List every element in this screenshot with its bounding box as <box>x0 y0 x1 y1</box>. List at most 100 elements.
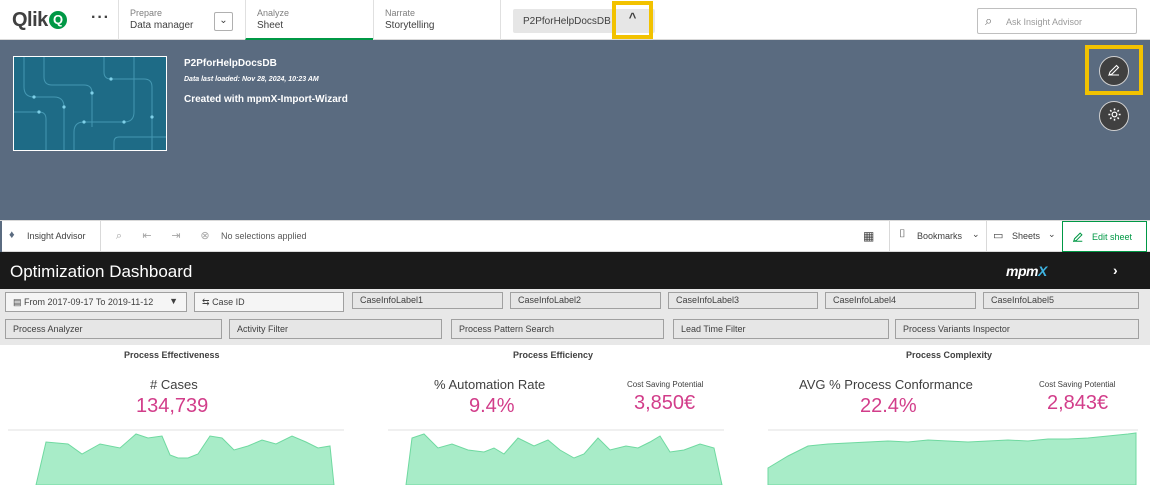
cost-saving-potential-value: 3,850€ <box>634 392 696 414</box>
data-last-loaded: Data last loaded: Nov 28, 2024, 10:23 AM <box>184 76 319 83</box>
app-thumbnail[interactable] <box>13 56 167 151</box>
pencil-icon <box>1072 232 1083 243</box>
pencil-icon <box>1108 64 1120 76</box>
mpmx-logo: mpmX <box>1006 263 1047 279</box>
nav-prepare-caption: Prepare <box>130 8 163 18</box>
more-dots-icon[interactable]: ··· <box>91 9 110 27</box>
case-info-label-1-filter[interactable]: CaseInfoLabel1 <box>352 292 503 309</box>
dropdown-triangle-icon: ▼ <box>169 296 178 306</box>
step-back-icon[interactable]: ⇤ <box>140 229 154 243</box>
clear-selections-icon[interactable]: ⊗ <box>198 229 212 243</box>
button-label: Process Variants Inspector <box>903 324 1010 334</box>
sheets-label: Sheets <box>1012 231 1041 241</box>
nav-prepare[interactable]: Prepare Data manager ⌄ <box>118 0 245 40</box>
search-icon: ⌕ <box>985 13 993 28</box>
cost-saving-potential-label: Cost Saving Potential <box>627 380 704 389</box>
activity-filter-button[interactable]: Activity Filter <box>229 319 442 339</box>
process-analyzer-button[interactable]: Process Analyzer <box>5 319 222 339</box>
automation-rate-label: % Automation Rate <box>434 377 546 392</box>
bookmark-icon: ⌷ <box>899 228 906 240</box>
insight-advisor-button[interactable]: ♦ Insight Advisor <box>0 221 101 252</box>
sheets-button[interactable]: ▭ Sheets ⌄ <box>986 221 1062 252</box>
process-conformance-value: 22.4% <box>860 395 917 417</box>
app-name-label: P2PforHelpDocsDB <box>523 16 611 27</box>
chevron-down-icon: ⌄ <box>972 229 980 239</box>
process-effectiveness-title: Process Effectiveness <box>124 350 220 360</box>
nav-prepare-label: Data manager <box>130 20 194 31</box>
app-settings-button[interactable] <box>1099 101 1129 131</box>
case-id-label: Case ID <box>212 297 245 307</box>
app-title: P2PforHelpDocsDB <box>184 58 277 69</box>
lightbulb-icon: ♦ <box>9 229 15 241</box>
dashboard-title: Optimization Dashboard <box>10 262 193 281</box>
nav-narrate-caption: Narrate <box>385 8 416 18</box>
selections-toolbar: ♦ Insight Advisor ⌕ ⇤ ⇥ ⊗ No selections … <box>0 220 1150 252</box>
edit-app-button[interactable] <box>1099 56 1129 86</box>
case-id-filter[interactable]: ⇆ Case ID <box>194 292 344 312</box>
cases-kpi-value: 134,739 <box>136 395 209 417</box>
smart-search-icon[interactable]: ⌕ <box>112 229 126 243</box>
nav-narrate[interactable]: Narrate Storytelling <box>373 0 501 40</box>
nav-analyze-label: Sheet <box>257 20 284 31</box>
nav-narrate-label: Storytelling <box>385 20 435 31</box>
ask-insight-advisor-search[interactable]: ⌕ <box>977 8 1137 34</box>
app-overview-panel: P2PforHelpDocsDB Data last loaded: Nov 2… <box>0 40 1150 220</box>
filter-label: CaseInfoLabel3 <box>676 295 740 305</box>
process-efficiency-title: Process Efficiency <box>513 350 594 360</box>
filter-label: CaseInfoLabel5 <box>991 295 1055 305</box>
process-pattern-search-button[interactable]: Process Pattern Search <box>451 319 664 339</box>
date-range-filter[interactable]: ▤ From 2017-09-17 To 2019-11-12 ▼ <box>5 292 187 312</box>
sheet-icon: ▭ <box>993 230 1004 242</box>
insight-advisor-label: Insight Advisor <box>27 231 86 241</box>
chevron-down-icon: ⌄ <box>1048 229 1056 239</box>
next-sheet-chevron-icon[interactable]: › <box>1113 262 1118 278</box>
filter-panel: ▤ From 2017-09-17 To 2019-11-12 ▼ ⇆ Case… <box>0 289 1150 345</box>
process-conformance-label: AVG % Process Conformance <box>799 377 973 392</box>
logo-text: Qlik <box>12 9 48 31</box>
list-filter-icon: ⇆ <box>202 297 210 307</box>
gear-icon <box>1107 108 1121 121</box>
lead-time-filter-button[interactable]: Lead Time Filter <box>673 319 889 339</box>
cost-saving-potential-value: 2,843€ <box>1047 392 1109 414</box>
date-range-label: From 2017-09-17 To 2019-11-12 <box>24 297 154 307</box>
top-navigation-bar: Qlik Q ··· Prepare Data manager ⌄ Analyze… <box>0 0 1150 40</box>
case-info-label-2-filter[interactable]: CaseInfoLabel2 <box>510 292 661 309</box>
filter-label: CaseInfoLabel4 <box>833 295 897 305</box>
process-complexity-title: Process Complexity <box>906 350 993 360</box>
filter-label: CaseInfoLabel1 <box>360 295 424 305</box>
case-info-label-3-filter[interactable]: CaseInfoLabel3 <box>668 292 818 309</box>
app-overview-toggle-button[interactable]: ^ <box>612 1 653 39</box>
no-selections-text: No selections applied <box>221 231 307 241</box>
app-description: Created with mpmX-Import-Wizard <box>184 94 348 105</box>
kpi-area: Process Effectiveness # Cases 134,739 Pr… <box>0 345 1150 485</box>
step-forward-icon[interactable]: ⇥ <box>169 229 183 243</box>
case-info-label-4-filter[interactable]: CaseInfoLabel4 <box>825 292 976 309</box>
case-info-label-5-filter[interactable]: CaseInfoLabel5 <box>983 292 1139 309</box>
mpmx-logo-x: X <box>1037 263 1047 279</box>
automation-rate-sparkline <box>388 429 724 485</box>
circuit-thumbnail-image <box>14 57 166 150</box>
bookmarks-button[interactable]: ⌷ Bookmarks ⌄ <box>889 221 986 252</box>
button-label: Process Analyzer <box>13 324 83 334</box>
grid-view-icon[interactable]: ▦ <box>863 229 874 243</box>
nav-analyze[interactable]: Analyze Sheet <box>245 0 373 40</box>
process-variants-inspector-button[interactable]: Process Variants Inspector <box>895 319 1139 339</box>
calendar-icon: ▤ <box>13 297 22 307</box>
button-label: Activity Filter <box>237 324 289 334</box>
cost-saving-potential-label: Cost Saving Potential <box>1039 380 1116 389</box>
cases-kpi-label: # Cases <box>150 377 198 392</box>
qlik-q-icon: Q <box>48 11 67 29</box>
button-label: Lead Time Filter <box>681 324 746 334</box>
cases-sparkline <box>8 429 344 485</box>
nav-analyze-caption: Analyze <box>257 8 290 18</box>
mpmx-logo-text: mpm <box>1006 263 1038 279</box>
bookmarks-label: Bookmarks <box>917 231 963 241</box>
qlik-logo[interactable]: Qlik Q <box>12 9 67 32</box>
prepare-dropdown-chevron-icon[interactable]: ⌄ <box>214 12 233 31</box>
dashboard-header: Optimization Dashboard mpmX › <box>0 252 1150 289</box>
edit-sheet-label: Edit sheet <box>1092 232 1133 242</box>
process-conformance-sparkline <box>767 429 1138 485</box>
automation-rate-value: 9.4% <box>469 395 515 417</box>
ask-insight-advisor-input[interactable] <box>1006 14 1131 29</box>
edit-sheet-button[interactable]: Edit sheet <box>1062 221 1147 252</box>
